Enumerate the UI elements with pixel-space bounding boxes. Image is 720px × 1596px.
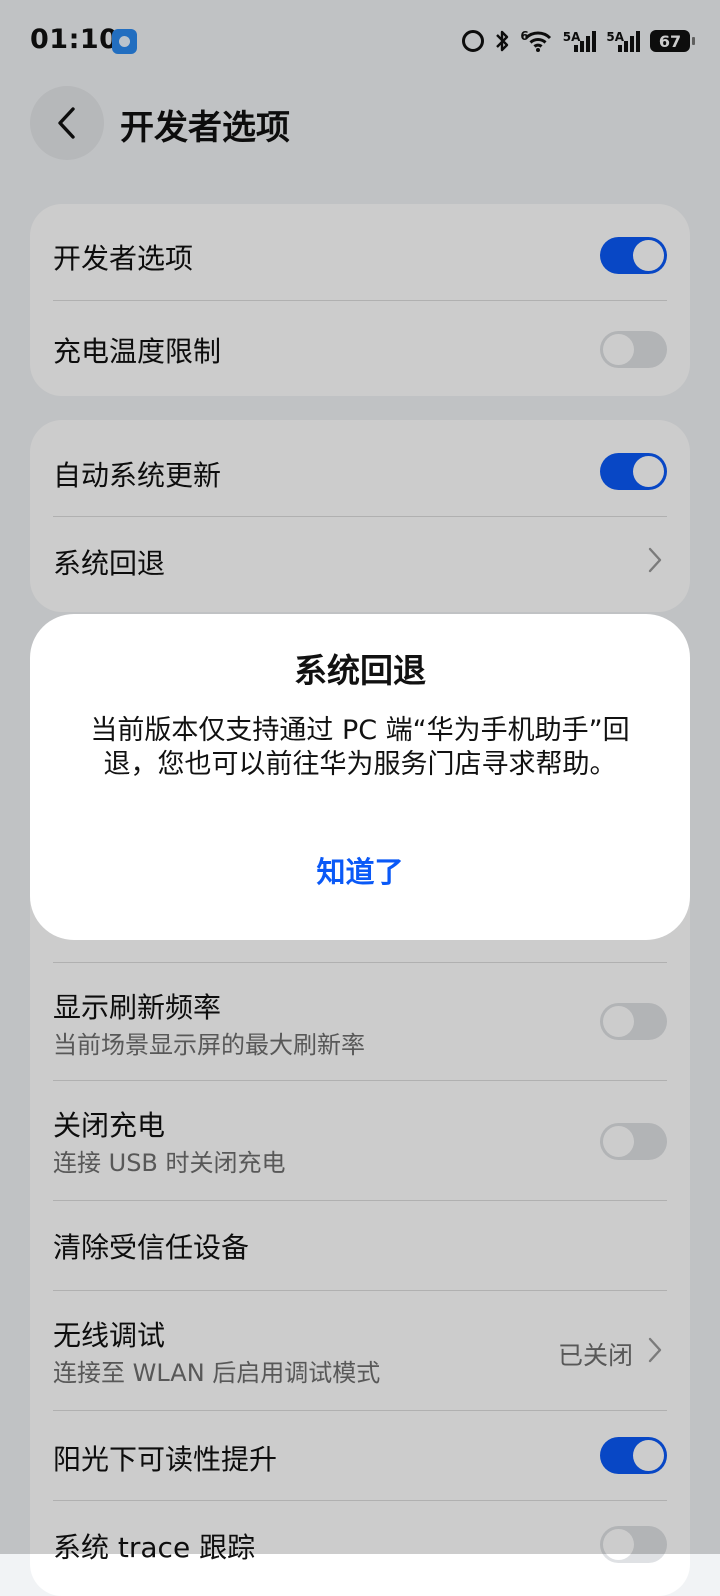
dialog-message: 当前版本仅支持通过 PC 端“华为手机助手”回退，您也可以前往华为服务门店寻求帮… — [90, 715, 630, 780]
got-it-button[interactable]: 知道了 — [260, 848, 460, 896]
dialog-title: 系统回退 — [294, 651, 426, 690]
rollback-dialog: 系统回退 当前版本仅支持通过 PC 端“华为手机助手”回退，您也可以前往华为服务… — [30, 614, 690, 940]
